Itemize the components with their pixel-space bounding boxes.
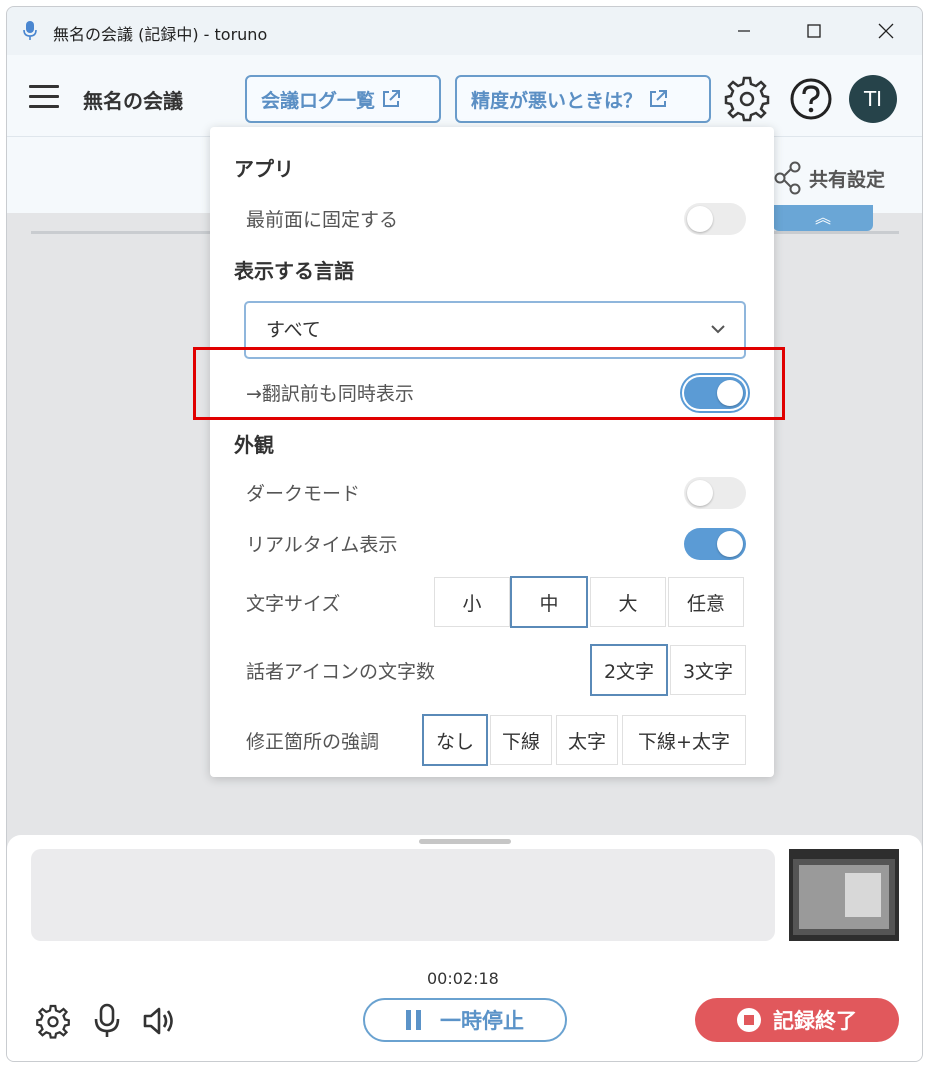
drag-handle[interactable] [419,839,511,844]
font-size-small[interactable]: 小 [434,577,510,627]
chevron-down-icon [711,325,725,334]
pause-label: 一時停止 [440,1009,524,1033]
external-link-icon [650,90,668,107]
app-window: 無名の会議 (記録中) - toruno 無名の会議 会議ログ一覧 精度が悪いと… [6,6,923,1062]
maximize-button[interactable] [799,17,829,45]
emphasis-none[interactable]: なし [422,714,488,766]
appearance-section-title: 外観 [234,433,274,457]
title-bar: 無名の会議 (記録中) - toruno [7,7,922,55]
speaker-chars-3[interactable]: 3文字 [670,645,746,695]
font-size-medium[interactable]: 中 [510,576,588,628]
app-section-title: アプリ [234,157,294,181]
collapse-tab[interactable]: ︽ [773,205,873,231]
annotation-highlight-box [193,347,785,420]
font-size-custom[interactable]: 任意 [668,577,744,627]
always-on-top-label: 最前面に固定する [246,209,399,231]
app-header: 無名の会議 会議ログ一覧 精度が悪いときは？ TI [7,55,922,137]
meeting-log-list-label: 会議ログ一覧 [261,89,376,112]
emphasis-bold[interactable]: 太字 [556,715,618,765]
settings-gear-icon[interactable] [35,1003,71,1039]
speaker-chars-label: 話者アイコンの文字数 [246,661,436,683]
speaker-icon[interactable] [141,1003,177,1039]
share-icon [774,161,801,195]
realtime-toggle[interactable] [684,528,746,560]
emphasis-label: 修正箇所の強調 [246,731,380,753]
font-size-large[interactable]: 大 [590,577,666,627]
window-title: 無名の会議 (記録中) - toruno [53,25,268,44]
close-button[interactable] [871,17,901,45]
menu-icon[interactable] [29,85,59,108]
language-section-title: 表示する言語 [234,259,354,283]
help-icon[interactable] [787,75,835,123]
meeting-title: 無名の会議 [83,89,183,113]
screen-thumbnail[interactable] [789,849,899,941]
emphasis-underline[interactable]: 下線 [490,715,552,765]
settings-popup: アプリ 最前面に固定する 表示する言語 すべて →翻訳前も同時表示 外観 ダーク… [210,127,774,777]
accuracy-help-label: 精度が悪いときは？ [471,89,643,112]
always-on-top-toggle[interactable] [684,203,746,235]
external-link-icon [383,90,401,107]
minimize-button[interactable] [729,17,759,45]
settings-gear-icon[interactable] [723,75,771,123]
meeting-log-list-button[interactable]: 会議ログ一覧 [245,75,441,123]
share-settings-button[interactable]: 共有設定 [773,161,885,195]
stop-recording-button[interactable]: 記録終了 [695,998,899,1042]
emphasis-underline-bold[interactable]: 下線+太字 [622,715,746,765]
accuracy-help-button[interactable]: 精度が悪いときは？ [455,75,711,123]
user-avatar[interactable]: TI [849,75,897,123]
recording-timer: 00:02:18 [427,969,499,988]
pause-icon [406,1010,426,1030]
live-transcript-box [31,849,775,941]
dark-mode-toggle[interactable] [684,477,746,509]
realtime-label: リアルタイム表示 [246,534,398,556]
speaker-chars-2[interactable]: 2文字 [590,644,668,696]
dark-mode-label: ダークモード [246,483,361,505]
microphone-icon[interactable] [89,1003,125,1039]
bottom-panel: 00:02:18 一時停止 記録終了 [7,835,922,1061]
stop-recording-label: 記録終了 [773,1009,857,1033]
microphone-app-icon [23,21,37,40]
pause-button[interactable]: 一時停止 [363,998,567,1042]
language-select-value: すべて [266,319,321,341]
font-size-label: 文字サイズ [246,593,341,615]
stop-icon [737,1008,761,1032]
share-settings-label: 共有設定 [809,168,886,191]
